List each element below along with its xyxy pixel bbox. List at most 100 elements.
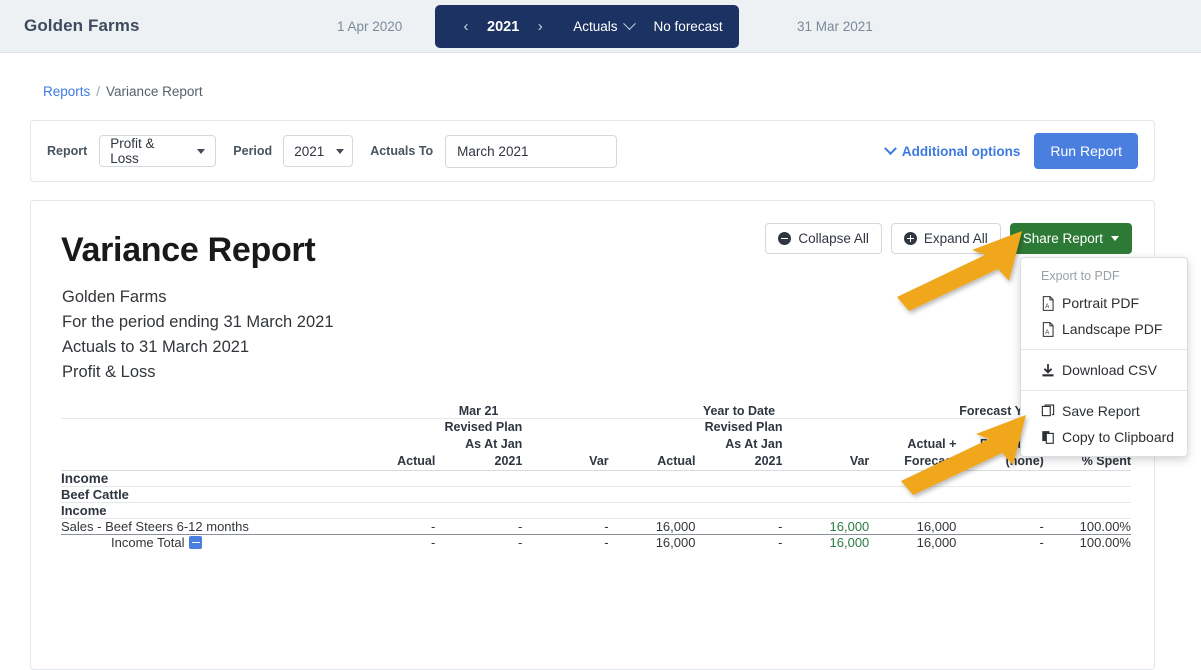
menu-item-save-report[interactable]: Save Report	[1021, 398, 1187, 424]
period-end-date: 31 Mar 2021	[797, 18, 873, 34]
table-section-row-income[interactable]: Income	[61, 470, 1131, 487]
cell-actual-ytd: 16,000	[608, 518, 696, 535]
column-header-var-ytd: Var	[782, 418, 870, 471]
period-select[interactable]: 2021	[283, 135, 354, 167]
table-section-row-income-sub[interactable]: Income	[61, 502, 1131, 519]
column-header-actual-ytd: Actual	[608, 418, 696, 471]
cell-var-month: -	[522, 518, 609, 535]
actuals-to-label: Actuals To	[370, 144, 434, 158]
section-label-income-sub: Income	[61, 502, 1131, 519]
additional-options-label: Additional options	[901, 143, 1021, 159]
row-label-sales-beef-steers: Sales - Beef Steers 6-12 months	[61, 518, 349, 535]
group-header-1: Year to Date	[608, 404, 870, 419]
additional-options-toggle[interactable]: Additional options	[884, 141, 1021, 159]
svg-text:A: A	[1045, 329, 1049, 335]
report-type-select[interactable]: Profit & Loss	[99, 135, 217, 167]
chevron-down-icon	[336, 148, 345, 154]
app-topbar: Golden Farms 1 Apr 2020 ‹ 2021 › Actuals…	[0, 0, 1201, 53]
dropdown-divider	[1021, 390, 1187, 391]
chevron-down-icon	[1111, 236, 1119, 241]
cell-actual-plus-forecast: 16,000	[869, 518, 957, 535]
cell-actual-month: -	[430, 535, 436, 550]
cell-percent-spent: 100.00%	[1079, 535, 1131, 550]
section-label-income: Income	[61, 470, 1131, 487]
menu-item-label: Portrait PDF	[1062, 295, 1140, 311]
forecast-status-label: No forecast	[653, 19, 723, 34]
minus-badge-icon[interactable]	[189, 536, 203, 549]
actuals-to-input[interactable]	[445, 134, 618, 168]
download-icon	[1042, 363, 1054, 376]
column-header-var-month: Var	[522, 418, 609, 471]
dropdown-divider	[1021, 349, 1187, 350]
menu-item-label: Save Report	[1062, 403, 1140, 419]
menu-item-portrait-pdf[interactable]: A Portrait PDF	[1021, 290, 1187, 316]
collapse-all-button[interactable]: Collapse All	[765, 223, 882, 254]
menu-item-label: Landscape PDF	[1062, 321, 1163, 337]
report-subtitle-actuals: Actuals to 31 March 2021	[62, 338, 250, 356]
row-label-income-total: Income Total	[61, 535, 349, 550]
chevron-right-icon[interactable]: ›	[525, 18, 555, 35]
breadcrumb: Reports / Variance Report	[43, 84, 203, 99]
period-start-date: 1 Apr 2020	[337, 18, 403, 34]
pdf-file-icon: A	[1042, 295, 1054, 311]
breadcrumb-link-reports[interactable]: Reports	[43, 84, 90, 99]
expand-all-button[interactable]: Expand All	[890, 223, 1001, 254]
chevron-down-icon	[197, 148, 206, 154]
report-subtitle-type: Profit & Loss	[62, 363, 156, 381]
period-year-label: 2021	[487, 18, 520, 35]
report-card: Variance Report Golden Farms For the per…	[30, 200, 1155, 670]
chevron-down-icon	[884, 141, 897, 155]
dropdown-section-label-export-pdf: Export to PDF	[1041, 269, 1120, 283]
cell-var-month: -	[604, 535, 609, 550]
variance-report-table: Mar 21 Year to Date Forecast Year Actual…	[61, 404, 1131, 550]
table-row[interactable]: Income Total - - - 16,000 - 16,000 16,00…	[61, 535, 1131, 550]
cell-revised-plan-month: -	[517, 535, 523, 550]
page-title: Variance Report	[61, 231, 316, 269]
chevron-down-icon	[622, 17, 636, 31]
report-subtitle-company: Golden Farms	[62, 288, 167, 306]
report-subtitle-period: For the period ending 31 March 2021	[62, 313, 334, 331]
report-filter-label: Report	[47, 144, 88, 158]
menu-item-copy-to-clipboard[interactable]: Copy to Clipboard	[1021, 424, 1187, 450]
table-section-row-beef-cattle[interactable]: Beef Cattle	[61, 486, 1131, 503]
cell-actual-plus-forecast: 16,000	[916, 535, 957, 550]
chevron-left-icon[interactable]: ‹	[451, 18, 481, 35]
period-selector-pill[interactable]: ‹ 2021 › Actuals No forecast	[435, 5, 739, 48]
save-copy-icon	[1041, 403, 1055, 416]
plus-circle-icon	[903, 232, 917, 245]
menu-item-download-csv[interactable]: Download CSV	[1021, 357, 1187, 383]
pdf-file-icon: A	[1042, 321, 1054, 337]
svg-text:A: A	[1045, 303, 1049, 309]
minus-circle-icon	[778, 232, 792, 245]
section-label-beef-cattle: Beef Cattle	[61, 486, 1131, 503]
actuals-dropdown[interactable]: Actuals	[573, 17, 636, 34]
column-header-actual-plus-forecast: Actual + Forecast	[869, 418, 957, 471]
period-value: 2021	[294, 143, 325, 159]
menu-item-landscape-pdf[interactable]: A Landscape PDF	[1021, 316, 1187, 342]
cell-revised-plan-ytd: -	[695, 518, 783, 535]
column-header-actual-month: Actual	[348, 418, 436, 471]
menu-item-label: Download CSV	[1062, 362, 1157, 378]
share-report-button[interactable]: Share Report	[1009, 223, 1132, 254]
cell-var-ytd: 16,000	[829, 535, 870, 550]
cell-percent-spent: 100.00%	[1043, 518, 1131, 535]
cell-actual-ytd: 16,000	[655, 535, 696, 550]
cell-actual-month: -	[348, 518, 436, 535]
period-filter-label: Period	[233, 144, 273, 158]
column-header-revised-plan-ytd: Revised Plan As At Jan 2021	[695, 418, 783, 471]
run-report-button[interactable]: Run Report	[1034, 133, 1138, 169]
table-row[interactable]: Sales - Beef Steers 6-12 months - - - 16…	[61, 518, 1131, 535]
actuals-label: Actuals	[573, 19, 618, 34]
cell-remaining: -	[1039, 535, 1044, 550]
cell-remaining: -	[956, 518, 1044, 535]
report-filter-bar: Report Profit & Loss Period 2021 Actuals…	[30, 120, 1155, 182]
share-report-label: Share Report	[1022, 231, 1103, 246]
table-group-header-row: Mar 21 Year to Date Forecast Year	[61, 404, 1131, 419]
collapse-all-label: Collapse All	[798, 231, 869, 246]
column-header-revised-plan-month: Revised Plan As At Jan 2021	[435, 418, 523, 471]
clipboard-copy-icon	[1042, 430, 1054, 444]
table-column-header-row: Actual Revised Plan As At Jan 2021 Var A…	[61, 418, 1131, 471]
menu-item-label: Copy to Clipboard	[1062, 429, 1175, 445]
expand-all-label: Expand All	[923, 231, 988, 246]
share-report-dropdown-menu: Export to PDF A Portrait PDF A Landscape…	[1020, 257, 1188, 457]
